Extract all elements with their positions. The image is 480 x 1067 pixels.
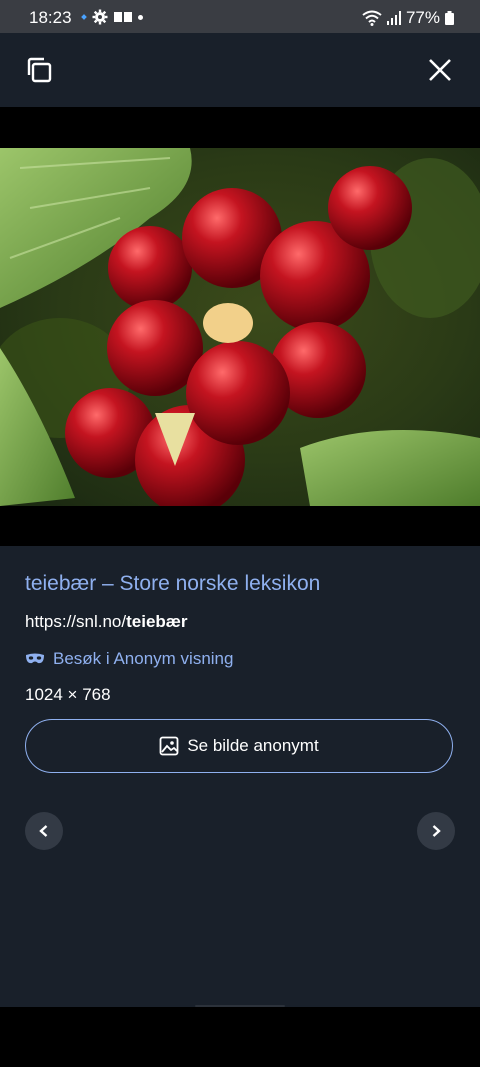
copy-icon	[27, 57, 52, 83]
previous-image-button[interactable]	[25, 812, 63, 850]
chevron-right-icon	[432, 825, 441, 837]
next-image-button[interactable]	[417, 812, 455, 850]
view-image-anonymously-button[interactable]: Se bilde anonymt	[25, 719, 453, 773]
image-info-panel: teiebær – Store norske leksikon https://…	[0, 546, 480, 1007]
preview-image	[0, 148, 480, 506]
wifi-icon	[362, 10, 382, 26]
copy-button[interactable]	[22, 53, 56, 87]
settings-gear-icon	[92, 9, 108, 25]
image-letterbox-top	[0, 107, 480, 148]
anonymous-view-link[interactable]: Besøk i Anonym visning	[25, 649, 233, 669]
status-icons-right: 77%	[362, 8, 454, 28]
signal-icon	[386, 11, 401, 25]
source-url-prefix: https://snl.no/	[25, 612, 127, 631]
chevron-left-icon	[39, 825, 48, 837]
status-icons-left	[81, 9, 143, 25]
battery-percent: 77%	[405, 8, 440, 27]
source-url: https://snl.no/teiebær	[25, 612, 188, 632]
source-url-path: teiebær	[126, 612, 188, 631]
status-time: 18:23	[29, 8, 72, 27]
image-dimensions: 1024 × 768	[25, 685, 111, 704]
close-icon	[429, 59, 451, 81]
close-button[interactable]	[423, 53, 457, 87]
more-notifications-dot-icon	[138, 14, 143, 20]
source-title-link[interactable]: teiebær – Store norske leksikon	[25, 572, 320, 596]
mask-icon	[26, 653, 44, 664]
notification-app-icon	[114, 12, 132, 22]
battery-icon	[445, 11, 454, 25]
status-bar: 18:23 77%	[0, 0, 480, 33]
viewer-toolbar	[0, 33, 480, 107]
image-icon	[159, 736, 179, 756]
image-letterbox-bottom	[0, 506, 480, 546]
navigation-bar	[0, 1007, 480, 1067]
notification-dot-icon	[81, 14, 87, 20]
anonymous-view-label: Besøk i Anonym visning	[53, 649, 234, 668]
view-image-anonymously-label: Se bilde anonymt	[187, 736, 319, 755]
